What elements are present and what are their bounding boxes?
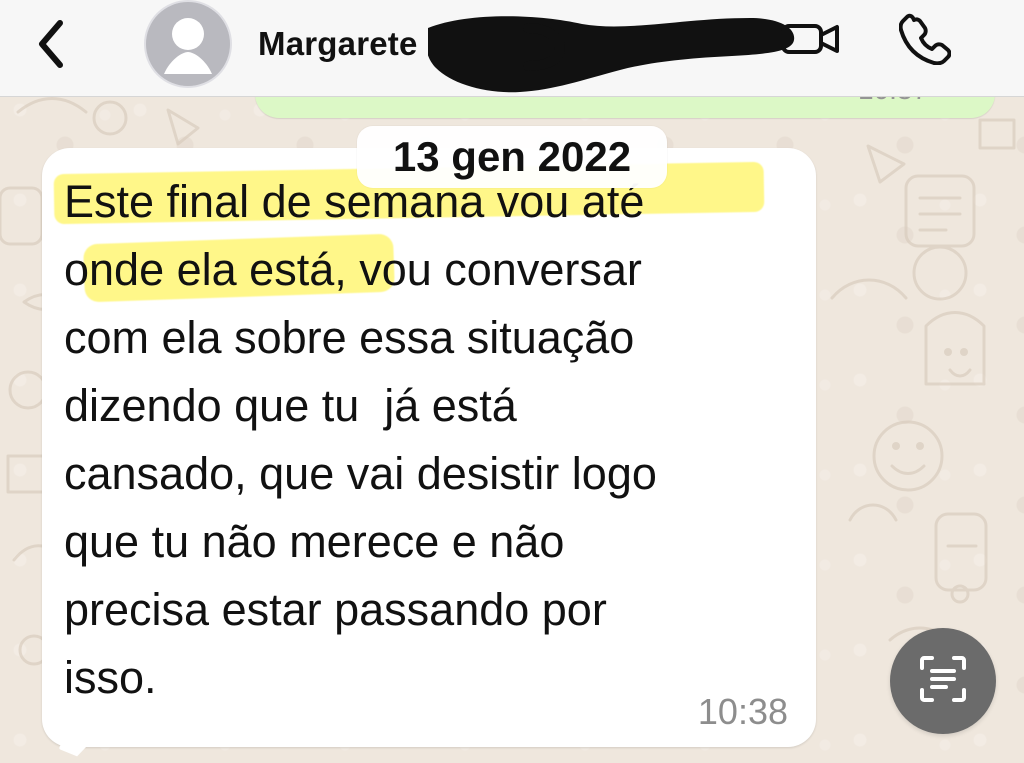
date-separator: 13 gen 2022 [357, 126, 667, 188]
contact-avatar[interactable] [144, 0, 232, 88]
message-line: precisa estar passando por [64, 584, 607, 635]
video-camera-icon [779, 19, 841, 64]
text-scan-button[interactable] [890, 628, 996, 734]
contact-name[interactable]: Margarete [258, 24, 418, 64]
back-button[interactable] [18, 14, 86, 78]
name-redaction-mark [428, 16, 795, 93]
text-scan-icon [912, 648, 974, 715]
message-line: com ela sobre essa situação [64, 312, 635, 363]
message-line: isso. [64, 652, 157, 703]
incoming-message-bubble[interactable]: Este final de semana vou até onde ela es… [42, 148, 816, 757]
message-line: que tu não merece e não [64, 516, 565, 567]
message-line: cansado, que vai desistir logo [64, 448, 657, 499]
chat-header: Margarete [0, 0, 1024, 97]
message-line: dizendo que tu já está [64, 380, 517, 431]
message-text: Este final de semana vou até onde ela es… [64, 168, 784, 708]
message-line: onde ela está, vou conversar [64, 244, 642, 295]
person-avatar-icon [146, 2, 230, 86]
video-call-button[interactable] [776, 17, 844, 65]
voice-call-button[interactable] [894, 13, 956, 65]
message-time: 10:38 [697, 691, 788, 732]
phone-icon [898, 13, 952, 70]
chevron-left-icon [30, 15, 74, 78]
